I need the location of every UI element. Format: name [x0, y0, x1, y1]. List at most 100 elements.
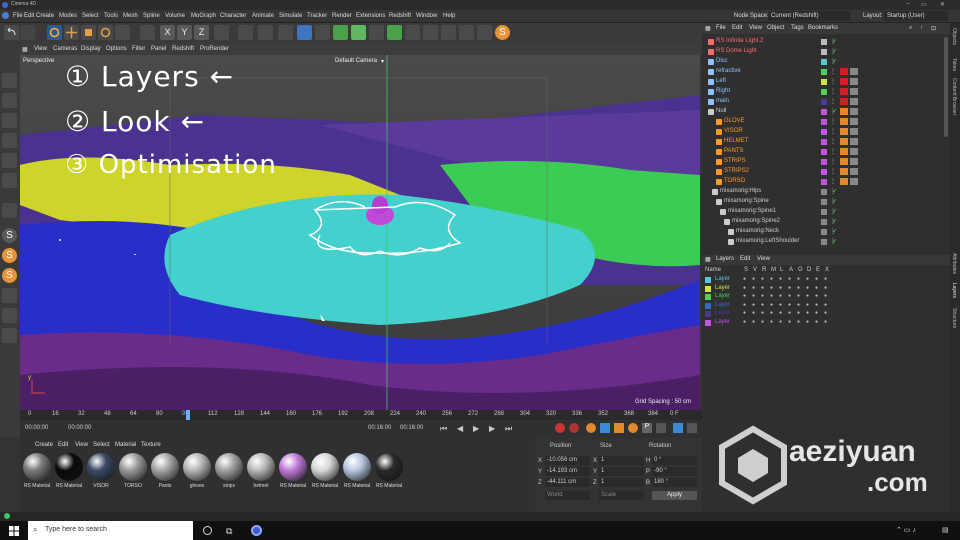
enabled-check-icon[interactable]: ✓	[832, 48, 837, 55]
layer-toggle-icon[interactable]: ●	[806, 276, 809, 282]
tag-icon[interactable]	[850, 98, 858, 105]
menu-render[interactable]: Render	[332, 13, 352, 19]
tab-attributes[interactable]: Attributes	[951, 253, 957, 274]
menu-tools[interactable]: Tools	[104, 13, 118, 19]
transform-icon[interactable]	[115, 25, 130, 40]
camera-icon[interactable]	[423, 25, 438, 40]
layer-toggle-icon[interactable]: ●	[824, 276, 827, 282]
mat-menu-material[interactable]: Material	[115, 442, 136, 448]
layer-color-swatch[interactable]	[821, 149, 827, 155]
visibility-toggle-icon[interactable]: ⋮	[830, 138, 836, 145]
tag-icon[interactable]	[850, 138, 858, 145]
prev-frame-icon[interactable]: ◀	[457, 424, 463, 433]
layer-toggle-icon[interactable]: ●	[761, 285, 764, 291]
object-row[interactable]: mixamorig:Spine ⋮ ✓	[702, 197, 950, 207]
material-tag-icon[interactable]	[840, 88, 848, 95]
vp-menu-view[interactable]: View	[34, 46, 47, 52]
pen-icon[interactable]	[315, 25, 330, 40]
layer-toggle-icon[interactable]: ●	[815, 293, 818, 299]
enabled-check-icon[interactable]: ✓	[832, 218, 837, 225]
layer-toggle-icon[interactable]: ●	[824, 319, 827, 325]
enabled-check-icon[interactable]: ✓	[832, 108, 837, 115]
layer-toggle-icon[interactable]: ●	[788, 319, 791, 325]
rotation-key-icon[interactable]	[628, 423, 638, 433]
render-view-icon[interactable]	[238, 25, 253, 40]
floor-icon[interactable]	[405, 25, 420, 40]
subdivision-icon[interactable]	[333, 25, 348, 40]
mograph-icon[interactable]	[387, 25, 402, 40]
visibility-toggle-icon[interactable]: ⋮	[830, 148, 836, 155]
material-item[interactable]: RS Material	[342, 452, 372, 500]
object-row[interactable]: RS Infinite Light.2 ⋮ ✓	[702, 37, 950, 47]
menu-redshift[interactable]: Redshift	[389, 13, 411, 19]
layer-toggle-icon[interactable]: ●	[779, 319, 782, 325]
model-mode-icon[interactable]	[2, 73, 17, 88]
layer-toggle-icon[interactable]: ●	[824, 293, 827, 299]
layer-toggle-icon[interactable]: ●	[815, 276, 818, 282]
visibility-toggle-icon[interactable]: ⋮	[830, 158, 836, 165]
goto-start-icon[interactable]: ⏮	[440, 424, 447, 434]
material-item[interactable]: RS Material	[22, 452, 52, 500]
enabled-check-icon[interactable]: ✓	[832, 228, 837, 235]
layer-color-swatch[interactable]	[705, 311, 711, 317]
tag-icon[interactable]	[850, 108, 858, 115]
object-row[interactable]: mixamorig:Spine1 ⋮ ✓	[702, 207, 950, 217]
layer-name[interactable]: Layer	[715, 302, 730, 308]
object-row[interactable]: mixamorig:Spine2 ⋮ ✓	[702, 217, 950, 227]
material-item[interactable]: gloves	[182, 452, 212, 500]
points-mode-icon[interactable]	[2, 133, 17, 148]
layer-toggle-icon[interactable]: ●	[806, 310, 809, 316]
menu-extensions[interactable]: Extensions	[356, 13, 385, 19]
rotate-icon[interactable]	[98, 25, 113, 40]
layer-row[interactable]: Layer ● ● ● ● ● ● ● ● ● ●	[702, 319, 950, 328]
menu-tracker[interactable]: Tracker	[307, 13, 327, 19]
object-row[interactable]: mixamorig:LeftShoulder ⋮ ✓	[702, 237, 950, 247]
layer-color-swatch[interactable]	[821, 39, 827, 45]
object-row[interactable]: Null ⋮ ✓	[702, 107, 950, 117]
layer-toggle-icon[interactable]: ●	[770, 310, 773, 316]
menu-character[interactable]: Character	[220, 13, 246, 19]
layer-toggle-icon[interactable]: ●	[752, 310, 755, 316]
param-key-icon[interactable]: P	[642, 423, 652, 433]
layer-toggle-icon[interactable]: ●	[752, 276, 755, 282]
tray-icons[interactable]: ⌃ ▭ ♪	[896, 526, 916, 534]
material-tag-icon[interactable]	[840, 168, 848, 175]
object-row[interactable]: mixamorig:Hips ⋮ ✓	[702, 187, 950, 197]
layer-toggle-icon[interactable]: ●	[824, 310, 827, 316]
layer-color-swatch[interactable]	[821, 49, 827, 55]
object-row[interactable]: STRIPS ⋮	[702, 157, 950, 167]
menu-edit[interactable]: Edit	[24, 13, 34, 19]
layer-toggle-icon[interactable]: ●	[806, 319, 809, 325]
mat-menu-select[interactable]: Select	[93, 442, 110, 448]
layer-color-swatch[interactable]	[821, 209, 827, 215]
material-item[interactable]: strips	[214, 452, 244, 500]
y-axis-lock-icon[interactable]: Y	[177, 25, 192, 40]
layer-toggle-icon[interactable]: ●	[770, 319, 773, 325]
menu-help[interactable]: Help	[443, 13, 455, 19]
layer-toggle-icon[interactable]: ●	[797, 285, 800, 291]
vp-menu-filter[interactable]: Filter	[132, 46, 145, 52]
pla-key-icon[interactable]	[656, 423, 666, 433]
layer-toggle-icon[interactable]: ●	[770, 293, 773, 299]
layer-name[interactable]: Layer	[715, 276, 730, 282]
menu-mograph[interactable]: MoGraph	[191, 13, 216, 19]
object-row[interactable]: Disc ⋮ ✓	[702, 57, 950, 67]
scale-key-icon[interactable]	[614, 423, 624, 433]
tag-icon[interactable]	[850, 178, 858, 185]
layer-color-swatch[interactable]	[705, 302, 711, 309]
layer-color-swatch[interactable]	[821, 159, 827, 165]
layer-toggle-icon[interactable]: ●	[743, 302, 746, 308]
render-picture-viewer-icon[interactable]	[258, 25, 273, 40]
layer-color-swatch[interactable]	[821, 109, 827, 115]
layer-toggle-icon[interactable]: ●	[743, 293, 746, 299]
layer-color-swatch[interactable]	[705, 285, 711, 292]
task-view-icon[interactable]: ⧉	[226, 526, 232, 537]
windows-start-icon[interactable]	[9, 526, 19, 536]
tab-content-browser[interactable]: Content Browser	[951, 78, 957, 115]
max-time[interactable]: 00:16:00	[400, 425, 423, 431]
menu-simulate[interactable]: Simulate	[279, 13, 302, 19]
object-row[interactable]: PANTS ⋮	[702, 147, 950, 157]
material-item[interactable]: TORSO	[118, 452, 148, 500]
visibility-toggle-icon[interactable]: ⋮	[830, 118, 836, 125]
rotation-h-field[interactable]: 0 °	[652, 456, 697, 465]
